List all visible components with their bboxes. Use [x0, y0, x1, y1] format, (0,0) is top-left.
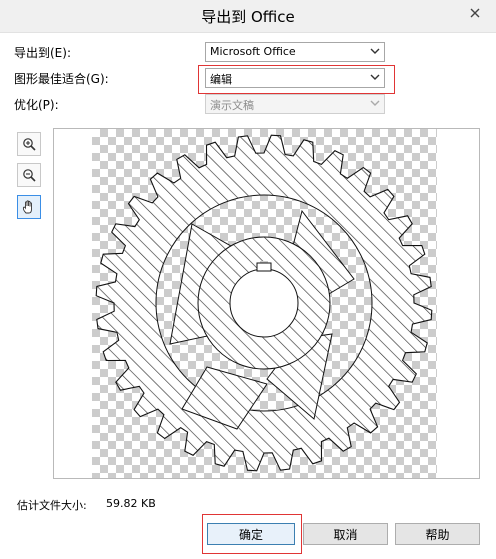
filesize-value: 59.82 KB	[106, 497, 156, 510]
chevron-down-icon	[370, 48, 380, 54]
transparency-background	[92, 129, 437, 478]
zoom-in-button[interactable]	[17, 132, 41, 156]
zoom-out-button[interactable]	[17, 163, 41, 187]
window-title: 导出到 Office	[201, 8, 295, 26]
optimize-select[interactable]: 演示文稿	[205, 94, 385, 114]
export-to-value: Microsoft Office	[210, 45, 296, 58]
close-button[interactable]	[462, 2, 488, 24]
optimize-value: 演示文稿	[210, 99, 254, 112]
best-fit-label: 图形最佳适合(G):	[14, 72, 109, 86]
best-fit-select[interactable]: 编辑	[205, 68, 385, 88]
title-bar: 导出到 Office	[0, 0, 496, 33]
ok-button[interactable]: 确定	[207, 523, 295, 545]
export-to-label: 导出到(E):	[14, 46, 71, 60]
hand-pan-icon	[22, 200, 32, 214]
gear-preview-icon	[92, 129, 437, 478]
help-button[interactable]: 帮助	[395, 523, 480, 545]
close-icon	[470, 8, 480, 18]
best-fit-value: 编辑	[210, 73, 232, 86]
chevron-down-icon	[370, 100, 380, 106]
chevron-down-icon	[370, 74, 380, 80]
pan-button[interactable]	[17, 195, 41, 219]
preview-area[interactable]	[53, 128, 480, 479]
zoom-out-icon	[23, 169, 36, 182]
filesize-label: 估计文件大小:	[17, 499, 87, 512]
export-to-select[interactable]: Microsoft Office	[205, 42, 385, 62]
optimize-label: 优化(P):	[14, 98, 59, 112]
zoom-in-icon	[23, 138, 36, 151]
cancel-button[interactable]: 取消	[303, 523, 388, 545]
